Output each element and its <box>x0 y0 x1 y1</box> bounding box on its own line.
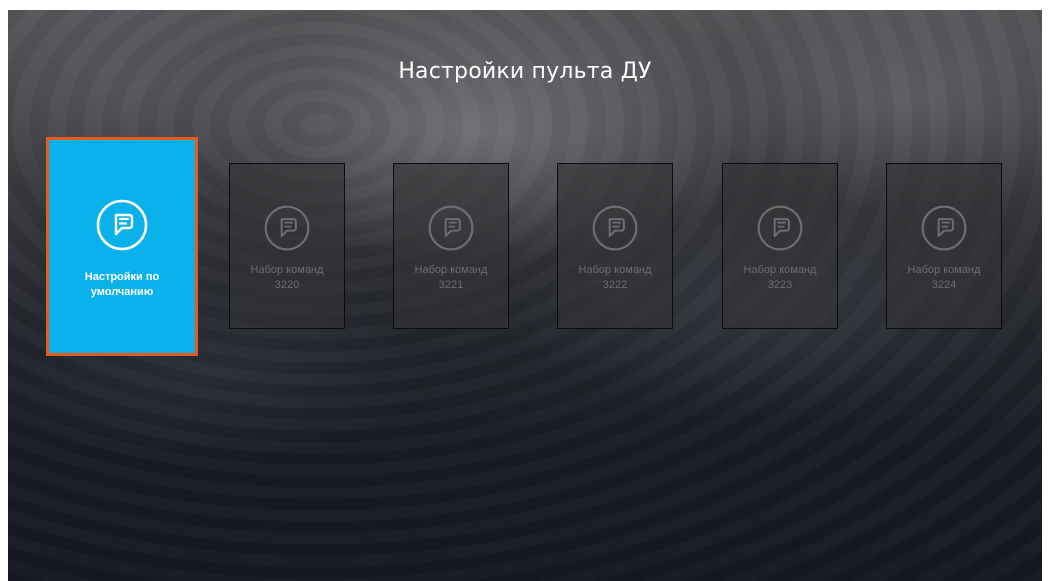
remote-icon <box>263 204 311 252</box>
remote-icon <box>756 204 804 252</box>
card-focus-inner <box>49 140 195 353</box>
card-label: Набор команд 3224 <box>907 264 981 291</box>
card-label: Набор команд 3221 <box>414 264 488 291</box>
card-label: Набор команд 3222 <box>578 264 652 291</box>
card-label: Набор команд 3223 <box>743 264 817 291</box>
remote-icon <box>427 204 475 252</box>
card-label: Набор команд 3220 <box>250 264 324 291</box>
page-title: Настройки пульта ДУ <box>398 59 652 84</box>
card-command-set-3223[interactable]: Набор команд 3223 <box>722 163 838 329</box>
remote-icon <box>591 204 639 252</box>
card-command-set-3220[interactable]: Набор команд 3220 <box>229 163 345 329</box>
tv-screen: Настройки пульта ДУ Настройки по умолчан… <box>8 10 1042 581</box>
card-command-set-3221[interactable]: Набор команд 3221 <box>393 163 509 329</box>
card-default-settings[interactable]: Настройки по умолчанию <box>46 137 198 356</box>
remote-icon <box>920 204 968 252</box>
card-command-set-3222[interactable]: Набор команд 3222 <box>557 163 673 329</box>
card-command-set-3224[interactable]: Набор команд 3224 <box>886 163 1002 329</box>
